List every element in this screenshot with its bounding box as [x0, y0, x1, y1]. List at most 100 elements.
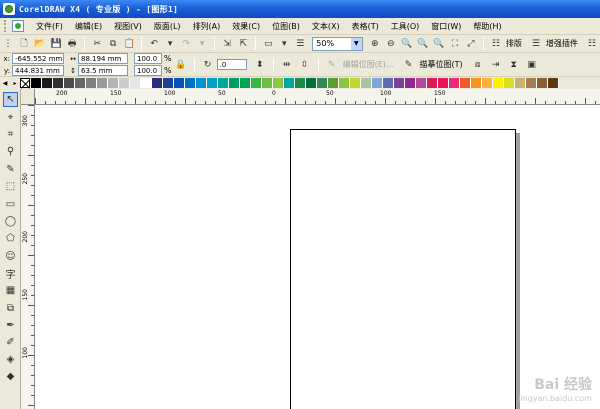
- rectangle-tool-icon[interactable]: ▭: [3, 197, 18, 212]
- zoom-selected-icon[interactable]: 🔍: [401, 37, 413, 51]
- color-swatch[interactable]: [361, 78, 372, 88]
- color-swatch[interactable]: [405, 78, 416, 88]
- launcher-dropdown-icon[interactable]: ▾: [278, 37, 290, 51]
- color-swatch[interactable]: [185, 78, 196, 88]
- menu-view[interactable]: 视图(V): [108, 21, 148, 32]
- export-icon[interactable]: ⇱: [237, 37, 249, 51]
- enhance-plugin-icon[interactable]: ☰: [530, 37, 542, 51]
- color-swatch[interactable]: [482, 78, 493, 88]
- menu-text[interactable]: 文本(X): [306, 21, 346, 32]
- copy-icon[interactable]: ⧉: [107, 37, 119, 51]
- menu-table[interactable]: 表格(T): [346, 21, 385, 32]
- color-swatch[interactable]: [174, 78, 185, 88]
- color-swatch[interactable]: [350, 78, 361, 88]
- color-swatch[interactable]: [119, 78, 130, 88]
- color-swatch[interactable]: [152, 78, 163, 88]
- color-swatch[interactable]: [526, 78, 537, 88]
- crop-bitmap-icon[interactable]: ⧈: [471, 58, 485, 72]
- hourglass-icon[interactable]: ⧗: [507, 58, 521, 72]
- color-swatch[interactable]: [504, 78, 515, 88]
- width-input[interactable]: 88.194 mm: [78, 53, 128, 64]
- interactive-fill-tool-icon[interactable]: ◆: [3, 369, 18, 384]
- welcome-screen-icon[interactable]: ☰: [294, 37, 306, 51]
- zoom-page-height-icon[interactable]: ⤢: [465, 37, 477, 51]
- color-swatch[interactable]: [295, 78, 306, 88]
- redo-icon[interactable]: ↷: [180, 37, 192, 51]
- color-swatch[interactable]: [64, 78, 75, 88]
- menu-edit[interactable]: 编辑(E): [69, 21, 108, 32]
- interactive-blend-tool-icon[interactable]: ⧉: [3, 301, 18, 316]
- palette-scroll-left-icon[interactable]: ◀: [0, 78, 10, 88]
- crop-tool-icon[interactable]: ⌗: [3, 127, 18, 142]
- color-swatch[interactable]: [284, 78, 295, 88]
- cut-icon[interactable]: ✂: [91, 37, 103, 51]
- color-swatch[interactable]: [218, 78, 229, 88]
- color-swatch[interactable]: [163, 78, 174, 88]
- color-swatch[interactable]: [328, 78, 339, 88]
- rotate-icon[interactable]: ↻: [201, 58, 215, 72]
- open-folder-icon[interactable]: 📂: [34, 37, 46, 51]
- lock-ratio-icon[interactable]: 🔒: [174, 58, 188, 72]
- trace-bitmap-button[interactable]: 描摹位图(T): [420, 59, 463, 70]
- zoom-tool-icon[interactable]: ⚲: [3, 144, 18, 159]
- color-swatch[interactable]: [273, 78, 284, 88]
- color-swatch[interactable]: [306, 78, 317, 88]
- ellipse-tool-icon[interactable]: ◯: [3, 214, 18, 229]
- color-swatch[interactable]: [75, 78, 86, 88]
- zoom-page-icon[interactable]: 🔍: [433, 37, 445, 51]
- basic-shapes-tool-icon[interactable]: ☺: [3, 249, 18, 264]
- menu-file[interactable]: 文件(F): [30, 21, 69, 32]
- color-swatch[interactable]: [394, 78, 405, 88]
- palette-menu-icon[interactable]: ▸: [10, 78, 20, 88]
- height-input[interactable]: 63.5 mm: [78, 65, 128, 76]
- zoom-out-icon[interactable]: ⊖: [385, 37, 397, 51]
- layout-icon[interactable]: ☷: [490, 37, 502, 51]
- color-swatch[interactable]: [339, 78, 350, 88]
- color-swatch[interactable]: [416, 78, 427, 88]
- more-tools-icon[interactable]: ☷: [586, 37, 598, 51]
- menu-arrange[interactable]: 排列(A): [187, 21, 227, 32]
- zoom-level-select[interactable]: 50% ▼: [312, 36, 363, 51]
- zoom-page-width-icon[interactable]: ⛶: [449, 37, 461, 51]
- color-swatch[interactable]: [196, 78, 207, 88]
- color-swatch[interactable]: [493, 78, 504, 88]
- scale-x-input[interactable]: 100.0: [134, 53, 162, 64]
- menu-effects[interactable]: 效果(C): [226, 21, 266, 32]
- resample-icon[interactable]: ⇥: [489, 58, 503, 72]
- color-swatch[interactable]: [251, 78, 262, 88]
- color-swatch[interactable]: [53, 78, 64, 88]
- color-swatch[interactable]: [31, 78, 42, 88]
- color-swatch[interactable]: [262, 78, 273, 88]
- color-swatch[interactable]: [460, 78, 471, 88]
- zoom-all-objects-icon[interactable]: 🔍: [417, 37, 429, 51]
- chevron-down-icon[interactable]: ▼: [350, 37, 362, 50]
- color-swatch[interactable]: [515, 78, 526, 88]
- color-swatch[interactable]: [537, 78, 548, 88]
- no-color-swatch[interactable]: [20, 78, 30, 88]
- fill-tool-icon[interactable]: ◈: [3, 352, 18, 367]
- pick-tool-icon[interactable]: ↖: [3, 92, 18, 107]
- color-swatch[interactable]: [97, 78, 108, 88]
- menubar-grip[interactable]: [4, 20, 8, 32]
- text-tool-icon[interactable]: 字: [3, 266, 18, 281]
- menu-bitmaps[interactable]: 位图(B): [266, 21, 306, 32]
- spin-icon[interactable]: ⬍: [253, 58, 267, 72]
- menu-tools[interactable]: 工具(O): [385, 21, 426, 32]
- edit-bitmap-button[interactable]: 编辑位图(E)...: [343, 59, 394, 70]
- ruler-origin-corner[interactable]: [21, 89, 35, 105]
- color-swatch[interactable]: [427, 78, 438, 88]
- undo-dropdown-icon[interactable]: ▾: [164, 37, 176, 51]
- color-swatch[interactable]: [207, 78, 218, 88]
- drawing-canvas[interactable]: Bai 经验 jingyan.baidu.com: [35, 105, 600, 409]
- shape-tool-icon[interactable]: ⌖: [3, 110, 18, 125]
- menu-help[interactable]: 帮助(H): [467, 21, 507, 32]
- polygon-tool-icon[interactable]: ⬠: [3, 231, 18, 246]
- color-swatch[interactable]: [240, 78, 251, 88]
- color-swatch[interactable]: [372, 78, 383, 88]
- save-icon[interactable]: 💾: [50, 37, 62, 51]
- y-position-input[interactable]: 444.831 mm: [12, 65, 64, 76]
- redo-dropdown-icon[interactable]: ▾: [196, 37, 208, 51]
- color-swatch[interactable]: [317, 78, 328, 88]
- zoom-in-icon[interactable]: ⊕: [369, 37, 381, 51]
- print-icon[interactable]: 🖶: [66, 37, 78, 51]
